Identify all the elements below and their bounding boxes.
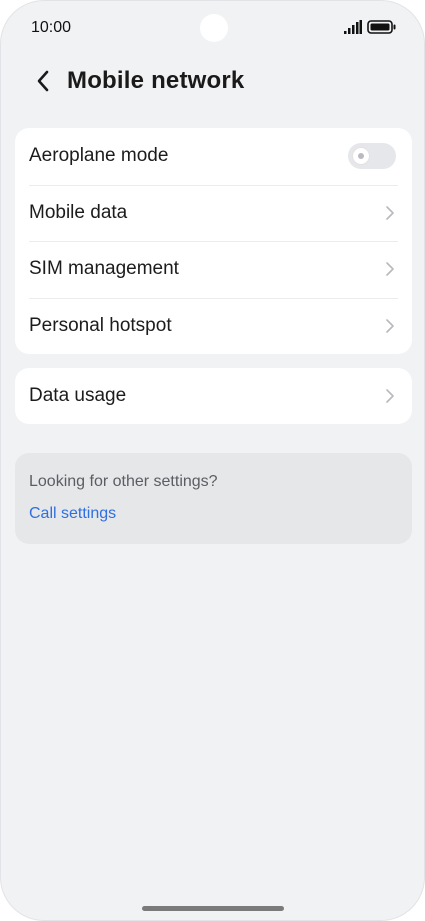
- home-indicator[interactable]: [142, 906, 284, 911]
- aeroplane-mode-label: Aeroplane mode: [29, 145, 169, 167]
- battery-icon: [367, 20, 396, 34]
- page-title: Mobile network: [67, 67, 245, 94]
- aeroplane-mode-row[interactable]: Aeroplane mode: [15, 128, 412, 185]
- suggestion-prompt: Looking for other settings?: [29, 473, 218, 490]
- network-settings-card: Aeroplane mode Mobile data SIM managemen…: [15, 128, 412, 354]
- chevron-right-icon: [386, 389, 394, 403]
- data-usage-label: Data usage: [29, 385, 127, 406]
- back-button[interactable]: [29, 67, 57, 95]
- back-arrow-icon: [37, 70, 49, 92]
- chevron-right-icon: [386, 262, 394, 277]
- toggle-knob: [352, 147, 370, 166]
- status-time: 10:00: [31, 19, 72, 36]
- data-usage-row[interactable]: Data usage: [15, 368, 412, 424]
- data-usage-card: Data usage: [15, 368, 412, 424]
- aeroplane-mode-toggle[interactable]: [348, 143, 396, 170]
- mobile-data-label: Mobile data: [29, 201, 128, 223]
- mobile-data-row[interactable]: Mobile data: [15, 184, 412, 242]
- header: Mobile network: [1, 61, 424, 101]
- signal-icon: [344, 20, 362, 34]
- chevron-right-icon: [386, 318, 394, 333]
- sim-management-row[interactable]: SIM management: [15, 241, 412, 298]
- chevron-right-icon: [386, 205, 394, 220]
- front-camera: [200, 14, 228, 42]
- status-bar: 10:00: [1, 1, 424, 55]
- call-settings-link[interactable]: Call settings: [29, 505, 116, 523]
- other-settings-suggestion: Looking for other settings? Call setting…: [15, 453, 412, 544]
- sim-management-label: SIM management: [29, 258, 179, 280]
- personal-hotspot-row[interactable]: Personal hotspot: [15, 297, 412, 355]
- phone-screen: 10:00 Mobile network Aeroplane mode Mobi…: [0, 0, 425, 921]
- personal-hotspot-label: Personal hotspot: [29, 314, 172, 336]
